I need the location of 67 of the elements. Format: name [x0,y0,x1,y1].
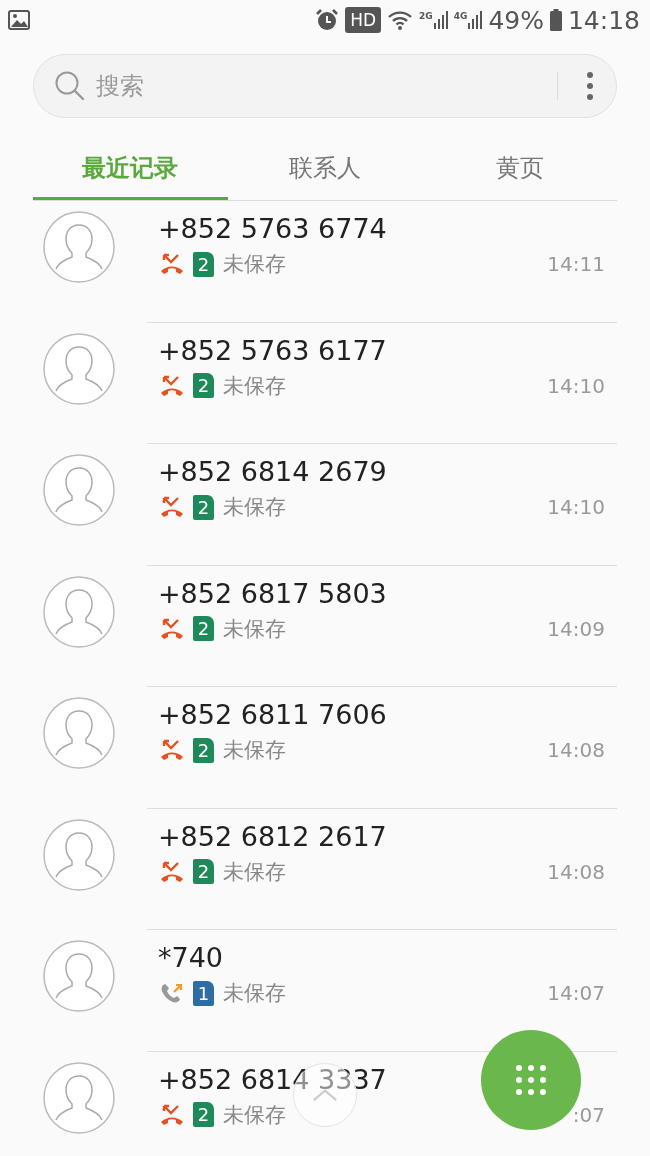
phone-number: +852 6811 7606 [158,699,387,730]
missed-call-icon [160,1103,184,1126]
battery-icon [549,9,562,31]
sim-badge: 1 [193,980,214,1006]
phone-number: +852 5763 6177 [158,334,387,366]
sim-badge: 2 [193,1102,214,1127]
avatar-icon [43,818,115,891]
contact-status: 未保存 [223,858,286,886]
network-label: 2G [419,11,433,21]
phone-number: +852 6812 2617 [158,820,387,852]
call-time: 14:08 [547,859,605,884]
missed-call-icon [160,860,184,883]
contact-status: 未保存 [223,1101,286,1129]
search-field[interactable]: 搜索 [33,54,617,118]
avatar-icon [43,575,115,648]
search-icon [54,70,86,102]
network-label: 4G [453,11,468,21]
call-time: 14:07 [547,981,605,1005]
call-time: 14:10 [547,373,605,398]
call-time: :07 [572,1102,605,1127]
call-time: 14:10 [547,495,605,519]
missed-call-icon [160,496,184,518]
sim-badge: 2 [193,616,214,641]
sim-badge: 2 [193,373,214,398]
battery-percent: 49% [488,5,544,35]
missed-call-icon [160,739,184,761]
phone-number: +852 6814 2679 [158,456,387,487]
tab[interactable]: 最近记录 [33,138,228,200]
signal-icon [468,11,483,29]
more-options-icon[interactable] [586,71,594,101]
sim-badge: 2 [193,859,214,884]
contact-status: 未保存 [223,737,286,764]
avatar-icon [43,211,115,283]
missed-call-icon [160,374,184,397]
outgoing-call-icon [160,982,184,1004]
wifi-icon [387,9,414,31]
sim-badge: 2 [193,494,214,520]
phone-number: +852 6814 3337 [158,1063,387,1095]
contact-status: 未保存 [223,494,286,521]
tab[interactable]: 联系人 [227,138,423,200]
contact-status: 未保存 [223,251,286,278]
contact-status: 未保存 [223,372,286,400]
call-time: 14:08 [547,738,605,762]
missed-call-icon [160,253,184,275]
tab[interactable]: 黄页 [422,138,617,200]
avatar-icon [43,1061,115,1134]
search-input[interactable]: 搜索 [94,71,557,101]
signal-icon [433,11,448,29]
call-time: 14:09 [547,616,605,641]
contact-status: 未保存 [223,980,286,1007]
chevron-up-icon [312,1088,338,1102]
alarm-icon [315,8,340,32]
phone-number: *740 [158,942,224,973]
avatar-icon [43,454,115,526]
contact-status: 未保存 [223,615,286,643]
image-icon [8,10,30,30]
missed-call-icon [160,617,184,640]
phone-number: +852 5763 6774 [158,213,387,244]
sim-badge: 2 [193,251,214,277]
call-time: 14:11 [547,252,605,276]
phone-number: +852 6817 5803 [158,577,387,609]
clock-time: 14:18 [567,5,640,35]
sim-badge: 2 [193,737,214,763]
avatar-icon [43,940,115,1012]
avatar-icon [43,697,115,769]
avatar-icon [43,332,115,405]
hd-badge: HD [345,7,382,33]
